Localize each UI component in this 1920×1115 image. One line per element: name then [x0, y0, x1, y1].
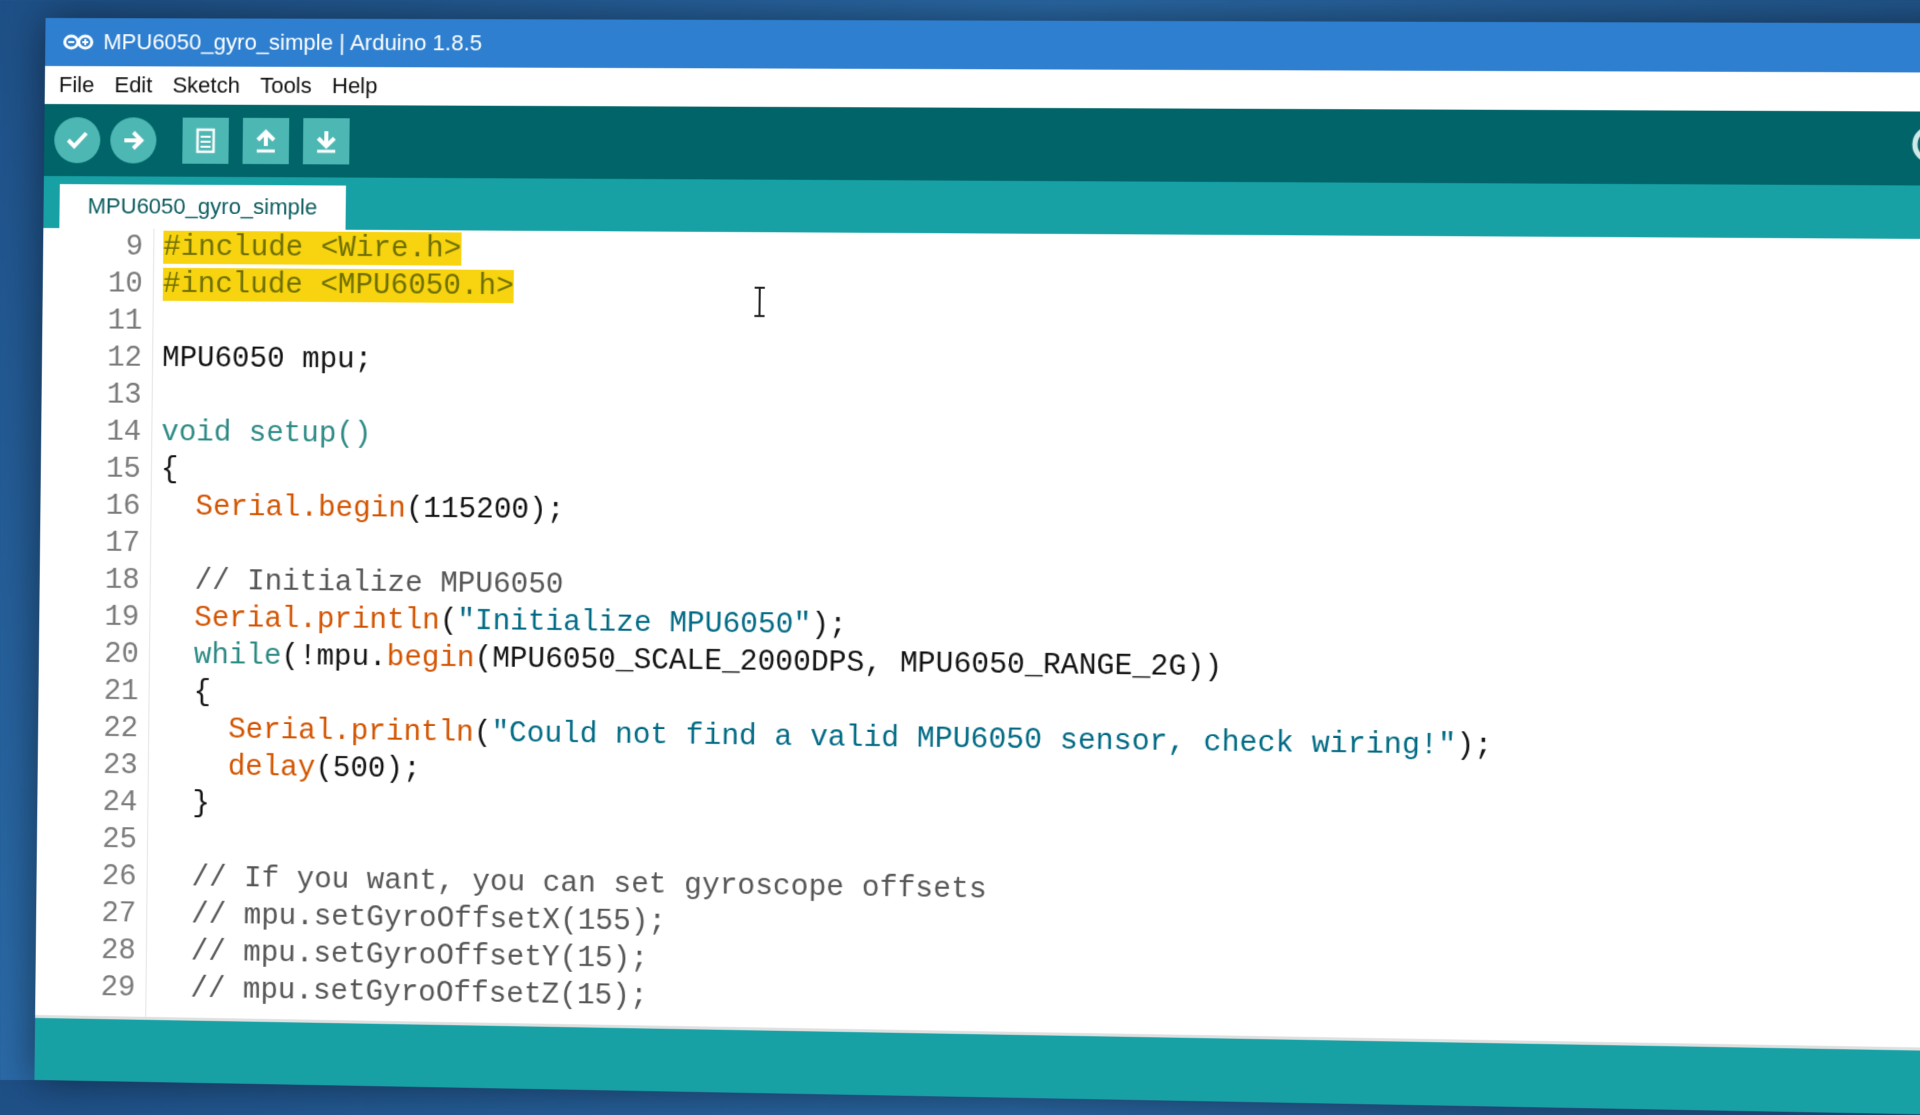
toolbar — [44, 104, 1920, 186]
code-token — [159, 601, 194, 634]
code-token — [158, 713, 228, 747]
code-token: (!mpu. — [281, 640, 387, 674]
tab-sketch[interactable]: MPU6050_gyro_simple — [59, 184, 345, 230]
code-text: // mpu.setGyroOffsetZ(15); — [155, 970, 647, 1015]
code-text: #include <Wire.h> — [163, 229, 461, 268]
new-button[interactable] — [182, 118, 229, 164]
line-number: 14 — [41, 413, 141, 451]
code-text: // Initialize MPU6050 — [160, 562, 564, 604]
menu-file[interactable]: File — [59, 72, 95, 98]
code-editor[interactable]: 9 #include <Wire.h> 10 #include <MPU6050.h>… — [35, 228, 1920, 1052]
code-token: Serial.println — [194, 602, 440, 638]
code-token: Serial.println — [228, 713, 474, 749]
code-token — [158, 750, 228, 784]
line-number: 9 — [43, 228, 143, 266]
code-token — [160, 490, 195, 523]
code-token: delay — [228, 751, 316, 785]
line-number: 25 — [37, 820, 137, 858]
code-text: #include <MPU6050.h> — [163, 266, 514, 305]
line-number: 19 — [39, 598, 139, 636]
code-token: #include <Wire.h> — [163, 231, 461, 266]
code-text: } — [157, 785, 210, 823]
line-number: 28 — [36, 931, 136, 970]
code-token: begin — [386, 641, 474, 675]
code-string: "Initialize MPU6050" — [457, 605, 811, 642]
line-number: 11 — [42, 302, 142, 340]
open-button[interactable] — [243, 118, 290, 164]
arrow-up-icon — [252, 127, 280, 155]
line-number: 12 — [42, 339, 142, 377]
code-token: { — [158, 675, 211, 709]
code-token: Serial.begin — [195, 490, 406, 525]
code-text: delay(500); — [158, 748, 421, 789]
line-number: 26 — [36, 857, 136, 896]
code-comment: // Initialize MPU6050 — [160, 564, 564, 602]
code-token: (500); — [315, 752, 421, 787]
line-number: 17 — [40, 524, 140, 562]
code-text: { — [158, 673, 211, 711]
code-text: void setup() — [161, 414, 371, 453]
line-number: 21 — [38, 672, 138, 710]
magnifier-icon — [1908, 118, 1920, 180]
line-number: 29 — [35, 968, 135, 1007]
new-document-icon — [192, 127, 218, 155]
code-token: #include <MPU6050.h> — [163, 268, 514, 303]
line-number: 13 — [41, 376, 141, 414]
code-token: } — [157, 787, 210, 821]
code-comment: // mpu.setGyroOffsetY(15); — [156, 935, 648, 976]
line-number: 15 — [41, 450, 141, 488]
line-number: 24 — [37, 783, 137, 821]
window-title: MPU6050_gyro_simple | Arduino 1.8.5 — [103, 29, 482, 56]
save-button[interactable] — [303, 118, 350, 164]
code-token: void setup() — [161, 416, 371, 451]
upload-button[interactable] — [110, 117, 157, 163]
serial-monitor-button[interactable] — [1906, 116, 1920, 182]
title-bar: MPU6050_gyro_simple | Arduino 1.8.5 — [45, 18, 1920, 73]
code-token: ); — [811, 609, 847, 643]
code-text: MPU6050 mpu; — [162, 340, 372, 379]
code-token: ( — [440, 604, 458, 637]
arduino-infinity-icon — [63, 32, 93, 52]
arrow-right-icon — [119, 126, 147, 154]
line-number: 27 — [36, 894, 136, 933]
code-token: (115200); — [406, 493, 565, 528]
code-comment: // mpu.setGyroOffsetX(155); — [156, 898, 666, 939]
menu-tools[interactable]: Tools — [260, 73, 312, 99]
line-number: 23 — [38, 746, 138, 784]
code-token: MPU6050 mpu; — [162, 342, 372, 377]
arrow-down-icon — [312, 127, 341, 155]
menu-help[interactable]: Help — [332, 73, 378, 99]
line-number: 16 — [40, 487, 140, 525]
check-icon — [63, 126, 91, 154]
menu-edit[interactable]: Edit — [114, 72, 152, 98]
code-token: ); — [1456, 729, 1493, 763]
code-text: { — [161, 451, 179, 488]
code-text: Serial.begin(115200); — [160, 488, 564, 529]
code-comment: // mpu.setGyroOffsetZ(15); — [155, 972, 647, 1013]
code-token: while — [194, 639, 282, 673]
code-token — [159, 638, 194, 671]
line-number: 20 — [39, 635, 139, 673]
menu-sketch[interactable]: Sketch — [172, 72, 240, 98]
line-number: 22 — [38, 709, 138, 747]
line-number: 10 — [43, 265, 143, 303]
line-number: 18 — [39, 561, 139, 599]
verify-button[interactable] — [54, 117, 101, 163]
arduino-ide-window: MPU6050_gyro_simple | Arduino 1.8.5 File… — [34, 18, 1920, 1115]
code-token: { — [161, 453, 179, 486]
code-token: ( — [474, 717, 492, 750]
